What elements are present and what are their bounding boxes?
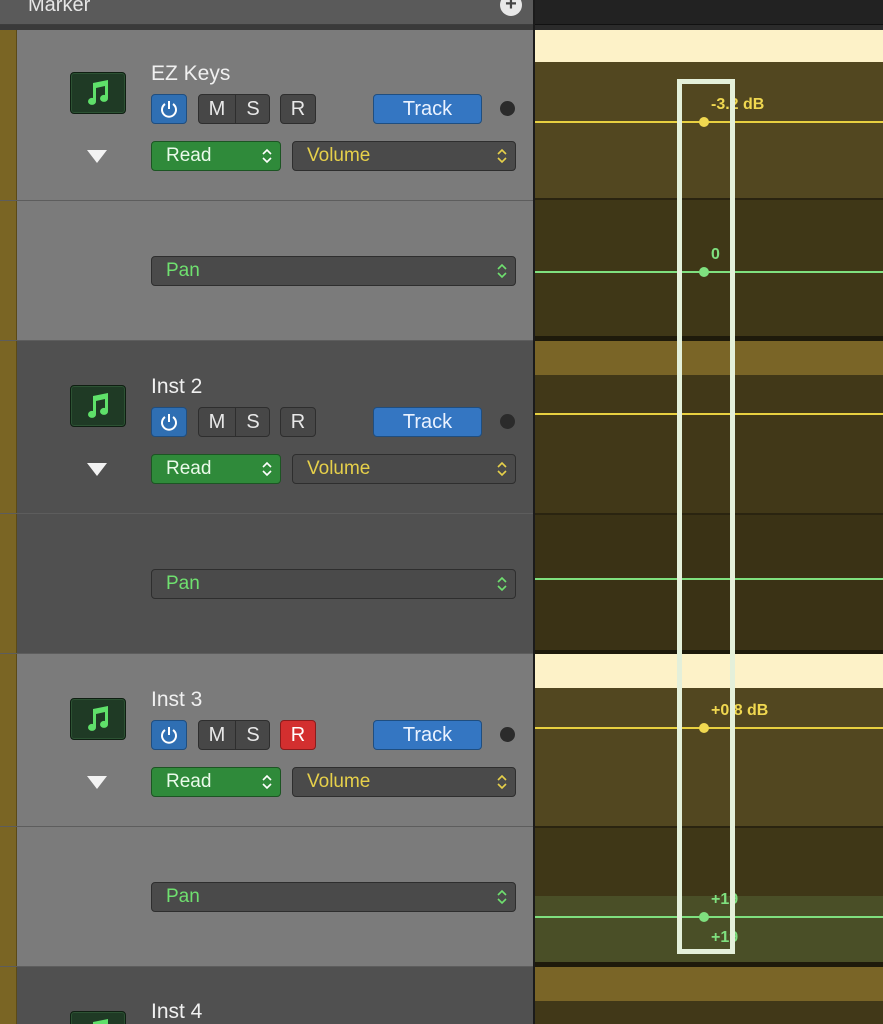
music-note-icon[interactable] bbox=[70, 385, 126, 427]
solo-button[interactable]: S bbox=[235, 408, 269, 436]
automation-mode-value: Read bbox=[166, 458, 212, 479]
music-note-icon[interactable] bbox=[70, 72, 126, 114]
plus-icon[interactable]: + bbox=[500, 0, 522, 16]
track-name[interactable]: Inst 3 bbox=[151, 688, 202, 712]
up-down-arrows-icon bbox=[262, 774, 272, 790]
up-down-arrows-icon bbox=[497, 263, 507, 279]
solo-button[interactable]: S bbox=[235, 95, 269, 123]
marker-header: Marker + bbox=[0, 0, 533, 25]
track-color-stripe bbox=[0, 201, 17, 340]
record-enable-button[interactable]: R bbox=[280, 720, 316, 750]
music-note-icon[interactable] bbox=[70, 1011, 126, 1024]
region-header-inst-4[interactable] bbox=[535, 967, 883, 1001]
disclosure-triangle-icon[interactable] bbox=[87, 463, 107, 476]
up-down-arrows-icon bbox=[497, 774, 507, 790]
record-enable-button[interactable]: R bbox=[280, 407, 316, 437]
track-color-stripe bbox=[0, 514, 17, 653]
mute-solo-group: M S bbox=[198, 94, 270, 124]
region-header-ez-keys[interactable] bbox=[535, 30, 883, 62]
automation-parameter-value: Volume bbox=[307, 145, 371, 166]
disclosure-triangle-icon[interactable] bbox=[87, 776, 107, 789]
highlight-box bbox=[677, 79, 735, 954]
track-on-off-button[interactable] bbox=[151, 407, 187, 437]
track-name[interactable]: Inst 2 bbox=[151, 375, 202, 399]
mute-solo-group: M S bbox=[198, 720, 270, 750]
automation-parameter-value: Volume bbox=[307, 458, 371, 479]
logic-tracks-area: Marker + EZ Keys M S R Track Read Volume… bbox=[0, 0, 883, 1024]
track-automation-button[interactable]: Track bbox=[373, 407, 482, 437]
pan-parameter-select[interactable]: Pan bbox=[151, 882, 516, 912]
power-icon bbox=[161, 727, 177, 744]
record-enable-button[interactable]: R bbox=[280, 94, 316, 124]
up-down-arrows-icon bbox=[262, 148, 272, 164]
automation-mode-value: Read bbox=[166, 771, 212, 792]
input-monitor-dot[interactable] bbox=[500, 101, 515, 116]
automation-parameter-select[interactable]: Volume bbox=[292, 767, 516, 797]
automation-parameter-select[interactable]: Volume bbox=[292, 454, 516, 484]
mute-solo-group: M S bbox=[198, 407, 270, 437]
input-monitor-dot[interactable] bbox=[500, 727, 515, 742]
mute-button[interactable]: M bbox=[199, 408, 236, 436]
track-on-off-button[interactable] bbox=[151, 94, 187, 124]
track-color-stripe bbox=[0, 30, 17, 200]
input-monitor-dot[interactable] bbox=[500, 414, 515, 429]
up-down-arrows-icon bbox=[497, 461, 507, 477]
automation-mode-select[interactable]: Read bbox=[151, 767, 281, 797]
power-icon bbox=[161, 101, 177, 118]
track-automation-button[interactable]: Track bbox=[373, 720, 482, 750]
pan-parameter-select[interactable]: Pan bbox=[151, 569, 516, 599]
up-down-arrows-icon bbox=[497, 576, 507, 592]
solo-button[interactable]: S bbox=[235, 721, 269, 749]
up-down-arrows-icon bbox=[497, 889, 507, 905]
track-color-stripe bbox=[0, 341, 17, 513]
automation-mode-select[interactable]: Read bbox=[151, 141, 281, 171]
track-color-stripe bbox=[0, 827, 17, 966]
marker-label: Marker bbox=[28, 0, 91, 16]
track-name[interactable]: Inst 4 bbox=[151, 1000, 202, 1024]
pan-parameter-select[interactable]: Pan bbox=[151, 256, 516, 286]
automation-parameter-value: Volume bbox=[307, 771, 371, 792]
power-icon bbox=[161, 414, 177, 431]
track-color-stripe bbox=[0, 654, 17, 826]
music-note-icon[interactable] bbox=[70, 698, 126, 740]
automation-mode-value: Read bbox=[166, 145, 212, 166]
pan-parameter-value: Pan bbox=[166, 260, 200, 281]
up-down-arrows-icon bbox=[497, 148, 507, 164]
automation-parameter-select[interactable]: Volume bbox=[292, 141, 516, 171]
pan-parameter-value: Pan bbox=[166, 886, 200, 907]
track-on-off-button[interactable] bbox=[151, 720, 187, 750]
up-down-arrows-icon bbox=[262, 461, 272, 477]
pan-parameter-value: Pan bbox=[166, 573, 200, 594]
track-automation-button[interactable]: Track bbox=[373, 94, 482, 124]
mute-button[interactable]: M bbox=[199, 95, 236, 123]
track-name[interactable]: EZ Keys bbox=[151, 62, 230, 86]
mute-button[interactable]: M bbox=[199, 721, 236, 749]
volume-automation-lane-inst-4[interactable] bbox=[535, 1001, 883, 1024]
ruler-area bbox=[535, 0, 883, 25]
track-color-stripe bbox=[0, 967, 17, 1024]
disclosure-triangle-icon[interactable] bbox=[87, 150, 107, 163]
automation-mode-select[interactable]: Read bbox=[151, 454, 281, 484]
